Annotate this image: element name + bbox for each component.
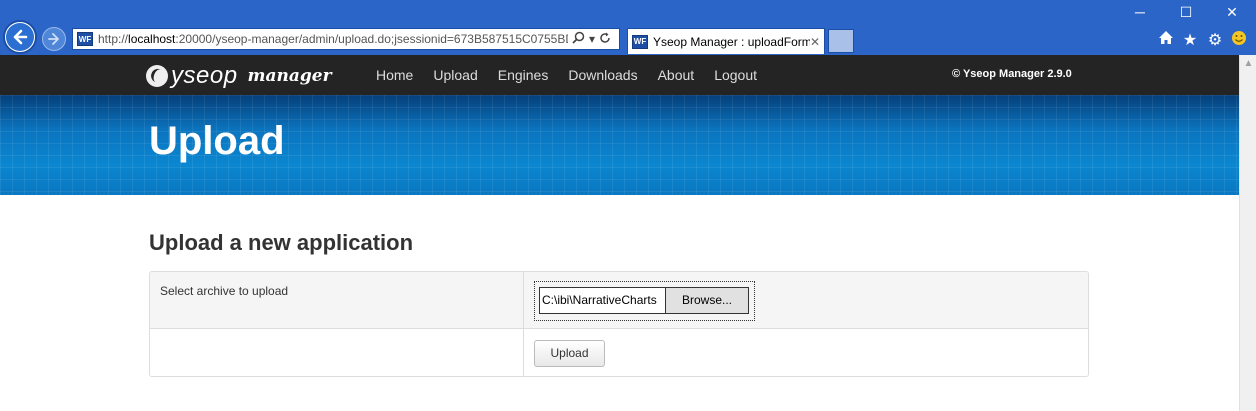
back-button[interactable] [3, 20, 37, 54]
settings-gear-icon[interactable]: ⚙ [1205, 30, 1225, 50]
menu-downloads[interactable]: Downloads [568, 67, 637, 83]
page-title: Upload [149, 119, 285, 163]
tab-title: Yseop Manager : uploadForm [653, 34, 810, 49]
menu-home[interactable]: Home [376, 67, 413, 83]
upload-button[interactable]: Upload [534, 340, 605, 367]
favorites-star-icon[interactable]: ★ [1180, 30, 1200, 50]
close-window-icon[interactable]: ✕ [1222, 4, 1242, 21]
page-banner: Upload [0, 95, 1239, 195]
tab-favicon-icon: WF [632, 34, 648, 49]
yseop-logo[interactable]: yseop manager [146, 62, 332, 90]
form-row-archive: Select archive to upload C:\ibi\Narrativ… [150, 272, 1088, 329]
form-row-submit: Upload [150, 329, 1088, 376]
search-icon[interactable] [572, 31, 585, 47]
feedback-smiley-icon[interactable] [1229, 30, 1249, 51]
copyright-text: © Yseop Manager 2.9.0 [952, 68, 1072, 80]
file-input[interactable]: C:\ibi\NarrativeCharts Browse... [534, 281, 755, 321]
browser-tab-active[interactable]: WF Yseop Manager : uploadForm ✕ [627, 28, 825, 54]
forward-arrow-icon [48, 33, 59, 45]
dropdown-arrow-icon[interactable]: ▾ [589, 32, 595, 46]
site-favicon-icon: WF [77, 32, 93, 46]
empty-label-cell [150, 329, 524, 376]
upload-form: Select archive to upload C:\ibi\Narrativ… [149, 271, 1089, 377]
vertical-scrollbar[interactable]: ▲ [1239, 55, 1256, 411]
close-tab-icon[interactable]: ✕ [810, 35, 824, 49]
section-title: Upload a new application [149, 230, 414, 255]
archive-label: Select archive to upload [150, 272, 524, 328]
home-icon[interactable] [1156, 30, 1176, 50]
menu-upload[interactable]: Upload [433, 67, 477, 83]
maximize-icon[interactable]: ☐ [1176, 4, 1196, 21]
forward-button[interactable] [42, 27, 66, 51]
menu-about[interactable]: About [658, 67, 695, 83]
back-arrow-icon [6, 23, 34, 51]
browser-chrome: WF http://localhost:20000/yseop-manager/… [0, 0, 1256, 55]
menu-logout[interactable]: Logout [714, 67, 757, 83]
site-navbar: yseop manager Home Upload Engines Downlo… [0, 55, 1239, 95]
address-bar[interactable]: WF http://localhost:20000/yseop-manager/… [72, 28, 620, 50]
archive-input-cell: C:\ibi\NarrativeCharts Browse... [524, 272, 1088, 328]
yseop-logo-icon [146, 65, 168, 87]
main-menu: Home Upload Engines Downloads About Logo… [376, 67, 777, 83]
refresh-icon[interactable] [599, 32, 611, 47]
logo-subtitle: manager [247, 66, 332, 86]
scroll-up-icon[interactable]: ▲ [1240, 55, 1256, 72]
logo-word: yseop [171, 62, 238, 89]
menu-engines[interactable]: Engines [498, 67, 549, 83]
submit-cell: Upload [524, 329, 1088, 376]
browse-button[interactable]: Browse... [665, 287, 749, 314]
file-path-field[interactable]: C:\ibi\NarrativeCharts [539, 287, 665, 314]
url-text[interactable]: http://localhost:20000/yseop-manager/adm… [98, 32, 568, 46]
new-tab-button[interactable] [828, 29, 854, 53]
minimize-icon[interactable]: ─ [1130, 4, 1150, 20]
